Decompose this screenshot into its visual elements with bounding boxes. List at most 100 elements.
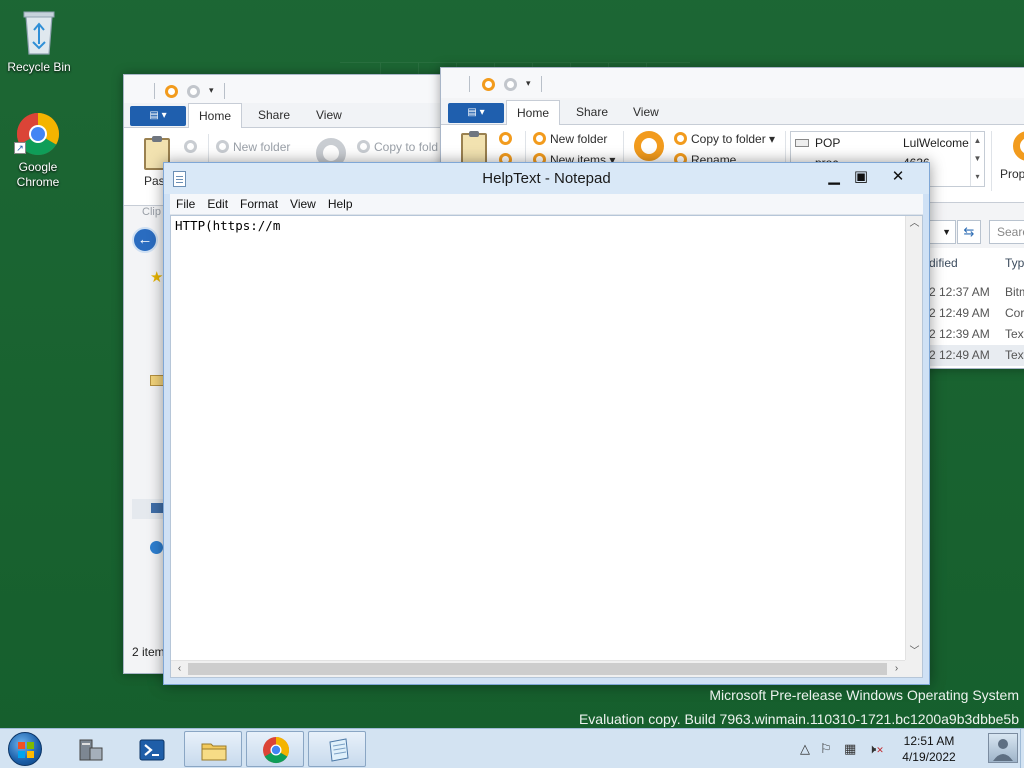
menu-edit[interactable]: Edit bbox=[201, 194, 234, 214]
paste-icon[interactable] bbox=[461, 131, 487, 165]
new-folder-button[interactable]: New folder bbox=[533, 132, 607, 146]
desktop: Recycle Bin ↗ Google Chrome ▾ ▤ ▾ Home S… bbox=[0, 0, 1024, 728]
scroll-up-icon[interactable]: ︿ bbox=[906, 216, 923, 232]
refresh-icon[interactable]: ⇆ bbox=[957, 220, 981, 244]
menu-view[interactable]: View bbox=[284, 194, 322, 214]
show-desktop-button[interactable] bbox=[1020, 729, 1024, 768]
row-type: Bitm bbox=[1005, 285, 1024, 299]
new-folder-icon[interactable] bbox=[504, 78, 517, 91]
menu-format[interactable]: Format bbox=[234, 194, 284, 214]
taskbar: △ ⚐ ▦ 🕨✕ 12:51 AM 4/19/2022 bbox=[0, 728, 1024, 768]
search-input[interactable]: Search bbox=[989, 220, 1024, 244]
taskbar-chrome[interactable] bbox=[246, 731, 304, 767]
file-explorer-icon bbox=[200, 736, 228, 764]
column-header-type[interactable]: Typ bbox=[1005, 256, 1024, 270]
properties-icon[interactable] bbox=[165, 85, 178, 98]
scroll-down-icon[interactable]: ﹀ bbox=[906, 644, 923, 660]
action-center-flag-icon[interactable]: ⚐ bbox=[820, 741, 832, 757]
scrollbar-corner bbox=[905, 660, 922, 677]
properties-icon[interactable] bbox=[482, 78, 495, 91]
clipboard-group-label: Clip bbox=[142, 206, 161, 218]
row-type: Cor bbox=[1005, 306, 1024, 320]
customize-toolbar-icon[interactable]: ▾ bbox=[526, 78, 531, 89]
notepad-content[interactable]: HTTP(https://m bbox=[175, 218, 280, 233]
computer-icon[interactable] bbox=[151, 503, 163, 513]
row-modified: 2 12:37 AM bbox=[929, 285, 990, 299]
taskbar-notepad[interactable] bbox=[308, 731, 366, 767]
chrome-icon: ↗ bbox=[14, 112, 60, 156]
tab-home[interactable]: Home bbox=[506, 100, 561, 126]
chrome-icon bbox=[262, 736, 290, 764]
ribbon-tabs: ▤ ▾ Home Share View bbox=[124, 103, 452, 129]
powershell-icon bbox=[138, 736, 166, 764]
taskbar-clock[interactable]: 12:51 AM 4/19/2022 bbox=[894, 733, 964, 765]
notepad-icon bbox=[324, 736, 352, 764]
network-status-icon[interactable]: ▦ bbox=[844, 741, 856, 757]
row-type: Text bbox=[1005, 348, 1024, 362]
horizontal-scroll-thumb[interactable] bbox=[188, 663, 887, 675]
maximize-icon[interactable]: ▣ bbox=[848, 166, 874, 188]
scroll-left-icon[interactable]: ‹ bbox=[171, 661, 188, 677]
user-avatar-icon[interactable] bbox=[988, 733, 1018, 763]
ribbon-tabs: ▤ ▾ Home Share View bbox=[441, 100, 1024, 126]
minimize-icon[interactable]: ▁ bbox=[821, 166, 847, 188]
desktop-icon-label: Recycle Bin bbox=[7, 60, 71, 74]
tab-home[interactable]: Home bbox=[188, 103, 243, 129]
customize-toolbar-icon[interactable]: ▾ bbox=[209, 85, 214, 96]
show-hidden-icons-icon[interactable]: △ bbox=[800, 741, 810, 757]
notepad-window[interactable]: HelpText - Notepad ▁ ▣ ✕ File Edit Format V… bbox=[163, 162, 930, 685]
window-title: HelpText - Notepad bbox=[482, 170, 611, 187]
tab-view[interactable]: View bbox=[623, 100, 669, 125]
watermark-line-1: Microsoft Pre-release Windows Operating … bbox=[709, 687, 1019, 703]
windows-logo-icon bbox=[8, 732, 42, 766]
close-icon[interactable]: ✕ bbox=[885, 166, 911, 188]
scroll-right-icon[interactable]: › bbox=[888, 661, 905, 677]
menu-file[interactable]: File bbox=[170, 194, 201, 214]
volume-muted-icon[interactable]: 🕨✕ bbox=[868, 741, 884, 757]
system-tray: △ ⚐ ▦ 🕨✕ 12:51 AM 4/19/2022 bbox=[794, 729, 1024, 768]
back-arrow-icon[interactable]: ← bbox=[132, 227, 158, 253]
notepad-text-area[interactable]: HTTP(https://m ︿ ﹀ ‹ › bbox=[170, 215, 923, 678]
drive-icon bbox=[795, 139, 809, 147]
properties-button[interactable]: Prop bbox=[1000, 167, 1024, 181]
recycle-bin-icon bbox=[22, 8, 56, 56]
menu-help[interactable]: Help bbox=[322, 194, 359, 214]
list-item[interactable]: POP bbox=[795, 136, 840, 150]
libraries-icon[interactable] bbox=[150, 375, 164, 386]
desktop-icon-label: Google Chrome bbox=[16, 160, 60, 189]
new-folder-button[interactable]: New folder bbox=[216, 140, 290, 154]
taskbar-server-manager[interactable] bbox=[60, 731, 118, 767]
tab-share[interactable]: Share bbox=[248, 103, 300, 128]
list-scrollbar[interactable]: ▲ ▼ ▾ bbox=[970, 132, 984, 186]
notepad-menu-bar: File Edit Format View Help bbox=[170, 194, 923, 215]
copy-to-button[interactable]: Copy to fold bbox=[357, 140, 438, 154]
horizontal-scrollbar[interactable]: ‹ › bbox=[171, 660, 905, 677]
notepad-title-bar[interactable]: HelpText - Notepad ▁ ▣ ✕ bbox=[164, 163, 929, 194]
watermark-line-2: Evaluation copy. Build 7963.winmain.1103… bbox=[578, 711, 1019, 727]
copy-to-folder-button[interactable]: Copy to folder ▾ bbox=[674, 132, 775, 146]
network-icon[interactable] bbox=[150, 541, 163, 554]
row-modified: 2 12:39 AM bbox=[929, 327, 990, 341]
server-manager-icon bbox=[76, 736, 104, 764]
cut-button[interactable] bbox=[184, 140, 201, 154]
row-modified: 2 12:49 AM bbox=[929, 348, 990, 362]
list-item-value: LulWelcome bbox=[903, 136, 969, 150]
column-header-modified[interactable]: dified bbox=[929, 256, 958, 270]
file-menu-button[interactable]: ▤ ▾ bbox=[130, 106, 186, 126]
row-modified: 2 12:49 AM bbox=[929, 306, 990, 320]
taskbar-powershell[interactable] bbox=[122, 731, 180, 767]
cut-button[interactable] bbox=[499, 132, 516, 146]
tab-share[interactable]: Share bbox=[566, 100, 618, 125]
tab-view[interactable]: View bbox=[306, 103, 352, 128]
shortcut-arrow-icon: ↗ bbox=[14, 142, 26, 154]
desktop-icon-google-chrome[interactable]: ↗ Google Chrome bbox=[1, 112, 75, 190]
file-menu-button[interactable]: ▤ ▾ bbox=[448, 103, 504, 123]
move-to-icon[interactable] bbox=[634, 131, 664, 161]
vertical-scrollbar[interactable]: ︿ ﹀ bbox=[905, 216, 922, 660]
desktop-icon-recycle-bin[interactable]: Recycle Bin bbox=[2, 8, 76, 75]
new-folder-icon[interactable] bbox=[187, 85, 200, 98]
properties-big-icon[interactable] bbox=[1013, 131, 1024, 161]
favorites-star-icon[interactable]: ★ bbox=[150, 268, 163, 286]
start-button[interactable] bbox=[5, 731, 45, 767]
taskbar-file-explorer[interactable] bbox=[184, 731, 242, 767]
